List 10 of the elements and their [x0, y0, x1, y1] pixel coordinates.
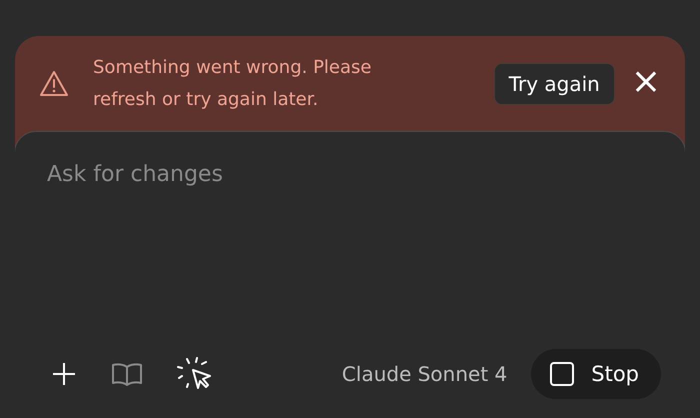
prompt-field[interactable]: Ask for changes Claude Sonnet 4 Stop — [15, 131, 685, 415]
close-button[interactable]: × — [630, 64, 661, 104]
model-name: Claude Sonnet 4 — [342, 362, 508, 386]
stop-button[interactable]: Stop — [531, 349, 661, 399]
add-icon[interactable] — [51, 361, 77, 387]
error-message: Something went wrong. Please refresh or try again later. — [93, 56, 372, 112]
stop-icon — [549, 361, 576, 387]
cursor-click-icon[interactable] — [177, 357, 213, 391]
warning-icon — [39, 70, 69, 98]
try-again-button[interactable]: Try again — [494, 62, 615, 104]
